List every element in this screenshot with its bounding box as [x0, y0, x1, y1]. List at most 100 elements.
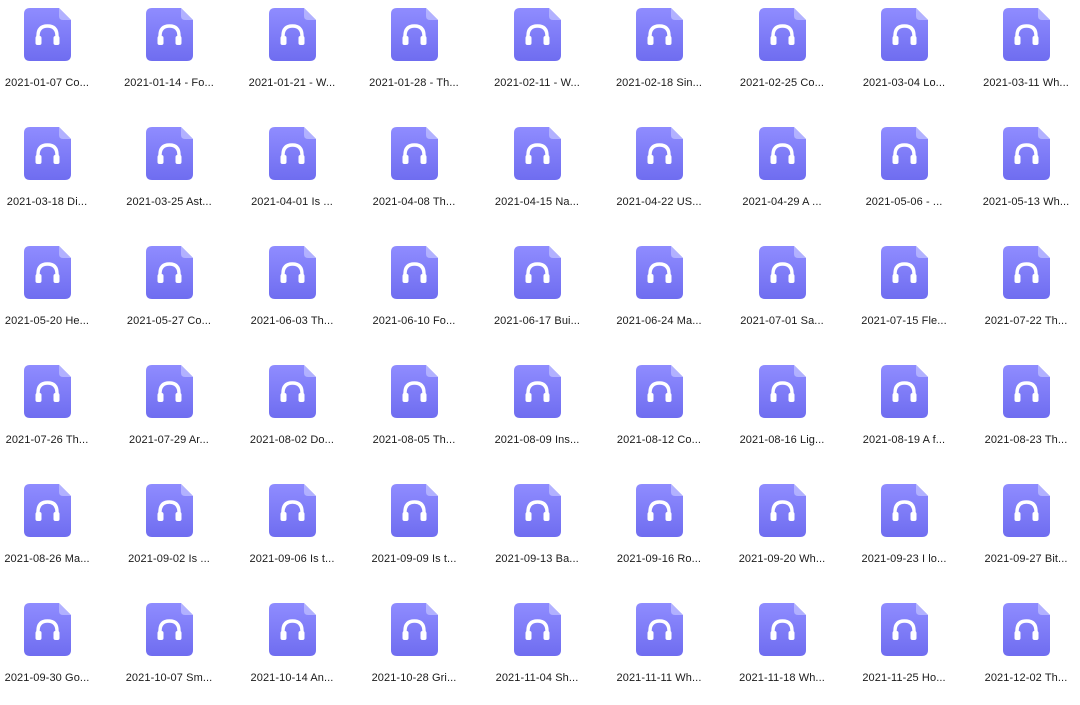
audio-file-icon — [146, 127, 193, 180]
file-item[interactable]: 2021-08-26 Ma... — [0, 476, 108, 586]
file-item[interactable]: 2021-11-18 Wh... — [721, 595, 843, 705]
file-name-label: 2021-10-28 Gri... — [371, 672, 457, 684]
file-item[interactable]: 2021-04-01 Is ... — [231, 119, 353, 229]
audio-file-icon — [514, 127, 561, 180]
file-item[interactable]: 2021-08-09 Ins... — [476, 357, 598, 467]
file-item[interactable]: 2021-05-06 - ... — [843, 119, 965, 229]
file-name-label: 2021-10-07 Sm... — [125, 672, 213, 684]
file-item[interactable]: 2021-05-27 Co... — [108, 238, 230, 348]
file-name-label: 2021-09-16 Ro... — [616, 553, 702, 565]
file-name-label: 2021-09-13 Ba... — [495, 553, 579, 565]
file-name-label: 2021-08-16 Lig... — [739, 434, 825, 446]
file-name-label: 2021-07-15 Fle... — [861, 315, 947, 327]
file-item[interactable]: 2021-02-25 Co... — [721, 0, 843, 110]
file-item[interactable]: 2021-11-11 Wh... — [598, 595, 720, 705]
file-grid: 2021-01-07 Co... 2021-01-14 - Fo... 2021-0… — [0, 0, 1080, 690]
audio-file-icon — [514, 246, 561, 299]
file-name-label: 2021-08-23 Th... — [984, 434, 1068, 446]
file-item[interactable]: 2021-07-22 Th... — [965, 238, 1080, 348]
audio-file-icon — [759, 8, 806, 61]
file-item[interactable]: 2021-03-04 Lo... — [843, 0, 965, 110]
file-name-label: 2021-08-26 Ma... — [4, 553, 90, 565]
file-name-label: 2021-07-29 Ar... — [129, 434, 209, 446]
file-item[interactable]: 2021-04-15 Na... — [476, 119, 598, 229]
file-item[interactable]: 2021-06-17 Bui... — [476, 238, 598, 348]
file-name-label: 2021-08-12 Co... — [616, 434, 702, 446]
file-item[interactable]: 2021-09-02 Is ... — [108, 476, 230, 586]
file-item[interactable]: 2021-02-11 - W... — [476, 0, 598, 110]
file-name-label: 2021-09-06 Is t... — [249, 553, 335, 565]
file-name-label: 2021-09-02 Is ... — [128, 553, 210, 565]
file-item[interactable]: 2021-08-12 Co... — [598, 357, 720, 467]
file-item[interactable]: 2021-09-23 I lo... — [843, 476, 965, 586]
file-item[interactable]: 2021-04-08 Th... — [353, 119, 475, 229]
audio-file-icon — [636, 127, 683, 180]
file-item[interactable]: 2021-04-22 US... — [598, 119, 720, 229]
file-item[interactable]: 2021-01-07 Co... — [0, 0, 108, 110]
audio-file-icon — [269, 246, 316, 299]
file-item[interactable]: 2021-07-01 Sa... — [721, 238, 843, 348]
file-item[interactable]: 2021-07-29 Ar... — [108, 357, 230, 467]
file-name-label: 2021-11-18 Wh... — [739, 672, 825, 684]
file-item[interactable]: 2021-06-10 Fo... — [353, 238, 475, 348]
file-item[interactable]: 2021-09-13 Ba... — [476, 476, 598, 586]
audio-file-icon — [146, 246, 193, 299]
file-name-label: 2021-07-22 Th... — [984, 315, 1068, 327]
audio-file-icon — [391, 484, 438, 537]
file-name-label: 2021-08-05 Th... — [372, 434, 456, 446]
file-item[interactable]: 2021-07-26 Th... — [0, 357, 108, 467]
audio-file-icon — [269, 127, 316, 180]
file-item[interactable]: 2021-03-11 Wh... — [965, 0, 1080, 110]
file-item[interactable]: 2021-03-25 Ast... — [108, 119, 230, 229]
file-name-label: 2021-09-20 Wh... — [738, 553, 826, 565]
file-item[interactable]: 2021-09-20 Wh... — [721, 476, 843, 586]
file-item[interactable]: 2021-05-20 He... — [0, 238, 108, 348]
file-item[interactable]: 2021-10-14 An... — [231, 595, 353, 705]
audio-file-icon — [1003, 8, 1050, 61]
audio-file-icon — [269, 8, 316, 61]
audio-file-icon — [636, 246, 683, 299]
audio-file-icon — [759, 603, 806, 656]
file-name-label: 2021-12-02 Th... — [984, 672, 1068, 684]
file-item[interactable]: 2021-10-28 Gri... — [353, 595, 475, 705]
file-item[interactable]: 2021-09-27 Bit... — [965, 476, 1080, 586]
file-item[interactable]: 2021-01-28 - Th... — [353, 0, 475, 110]
file-item[interactable]: 2021-01-21 - W... — [231, 0, 353, 110]
file-item[interactable]: 2021-06-03 Th... — [231, 238, 353, 348]
file-name-label: 2021-09-09 Is t... — [371, 553, 457, 565]
file-item[interactable]: 2021-11-04 Sh... — [476, 595, 598, 705]
file-name-label: 2021-03-11 Wh... — [983, 77, 1069, 89]
file-item[interactable]: 2021-02-18 Sin... — [598, 0, 720, 110]
audio-file-icon — [24, 603, 71, 656]
file-item[interactable]: 2021-01-14 - Fo... — [108, 0, 230, 110]
file-item[interactable]: 2021-09-16 Ro... — [598, 476, 720, 586]
audio-file-icon — [881, 127, 928, 180]
file-name-label: 2021-02-11 - W... — [494, 77, 580, 89]
file-item[interactable]: 2021-07-15 Fle... — [843, 238, 965, 348]
audio-file-icon — [1003, 484, 1050, 537]
file-name-label: 2021-01-14 - Fo... — [124, 77, 214, 89]
file-item[interactable]: 2021-08-19 A f... — [843, 357, 965, 467]
file-name-label: 2021-11-11 Wh... — [616, 672, 702, 684]
file-item[interactable]: 2021-11-25 Ho... — [843, 595, 965, 705]
audio-file-icon — [1003, 603, 1050, 656]
audio-file-icon — [1003, 246, 1050, 299]
file-item[interactable]: 2021-10-07 Sm... — [108, 595, 230, 705]
file-item[interactable]: 2021-12-02 Th... — [965, 595, 1080, 705]
file-item[interactable]: 2021-04-29 A ... — [721, 119, 843, 229]
file-item[interactable]: 2021-06-24 Ma... — [598, 238, 720, 348]
file-item[interactable]: 2021-09-06 Is t... — [231, 476, 353, 586]
file-item[interactable]: 2021-08-23 Th... — [965, 357, 1080, 467]
file-item[interactable]: 2021-03-18 Di... — [0, 119, 108, 229]
file-item[interactable]: 2021-09-09 Is t... — [353, 476, 475, 586]
file-item[interactable]: 2021-08-16 Lig... — [721, 357, 843, 467]
audio-file-icon — [24, 484, 71, 537]
audio-file-icon — [269, 365, 316, 418]
file-name-label: 2021-05-27 Co... — [126, 315, 212, 327]
file-item[interactable]: 2021-05-13 Wh... — [965, 119, 1080, 229]
file-item[interactable]: 2021-09-30 Go... — [0, 595, 108, 705]
file-item[interactable]: 2021-08-05 Th... — [353, 357, 475, 467]
file-name-label: 2021-08-02 Do... — [249, 434, 335, 446]
file-name-label: 2021-02-25 Co... — [739, 77, 825, 89]
file-item[interactable]: 2021-08-02 Do... — [231, 357, 353, 467]
